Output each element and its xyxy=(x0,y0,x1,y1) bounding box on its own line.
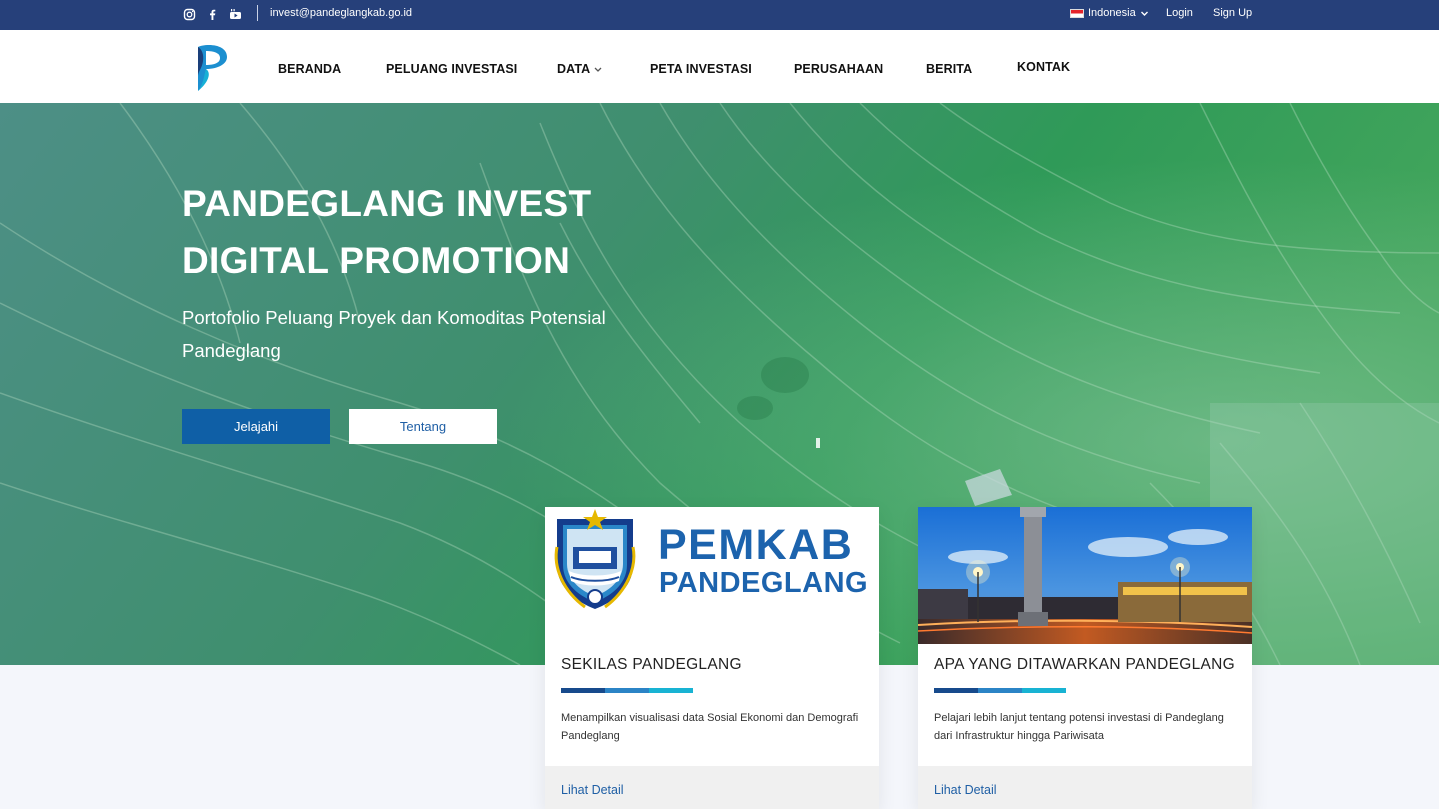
indonesia-flag-icon xyxy=(1070,8,1084,18)
nav-data[interactable]: DATA xyxy=(557,62,603,76)
card-title: APA YANG DITAWARKAN PANDEGLANG xyxy=(934,656,1235,673)
accent-bar-dark xyxy=(561,688,605,693)
card-detail-link[interactable]: Lihat Detail xyxy=(561,783,624,797)
nav-beranda[interactable]: BERANDA xyxy=(278,62,341,76)
social-links xyxy=(183,8,242,21)
card-sekilas-pandeglang: PEMKAB PANDEGLANG SEKILAS PANDEGLANG Men… xyxy=(545,507,879,809)
card-description: Menampilkan visualisasi data Sosial Ekon… xyxy=(561,712,859,742)
contact-email[interactable]: invest@pandeglangkab.go.id xyxy=(270,7,412,19)
accent-bar-dark xyxy=(934,688,978,693)
pandeglang-logo-text: PANDEGLANG xyxy=(659,567,868,599)
about-button[interactable]: Tentang xyxy=(349,409,497,444)
hero-title-line-1: PANDEGLANG INVEST xyxy=(182,183,592,224)
chevron-down-icon xyxy=(594,67,602,72)
top-bar: invest@pandeglangkab.go.id Indonesia Log… xyxy=(0,0,1439,30)
accent-bar-light xyxy=(649,688,693,693)
card-title: SEKILAS PANDEGLANG xyxy=(561,656,742,673)
language-label: Indonesia xyxy=(1088,7,1136,19)
hero-title-line-2: DIGITAL PROMOTION xyxy=(182,240,571,281)
card-apa-yang-ditawarkan: APA YANG DITAWARKAN PANDEGLANG Pelajari … xyxy=(918,507,1252,809)
site-logo[interactable] xyxy=(194,43,230,93)
facebook-icon[interactable] xyxy=(206,8,219,21)
login-link[interactable]: Login xyxy=(1166,7,1193,19)
nav-peluang-investasi[interactable]: PELUANG INVESTASI xyxy=(386,62,517,76)
topbar-divider xyxy=(257,5,258,21)
accent-bar-light xyxy=(1022,688,1066,693)
language-selector[interactable]: Indonesia xyxy=(1070,7,1149,19)
main-navbar: BERANDA PELUANG INVESTASI DATA PETA INVE… xyxy=(0,30,1439,103)
card-description: Pelajari lebih lanjut tentang potensi in… xyxy=(934,712,1224,742)
hero-title: PANDEGLANG INVEST DIGITAL PROMOTION xyxy=(182,175,702,289)
card-detail-link[interactable]: Lihat Detail xyxy=(934,783,997,797)
instagram-icon[interactable] xyxy=(183,8,196,21)
chevron-down-icon xyxy=(1140,11,1148,16)
accent-bar-mid xyxy=(605,688,649,693)
nav-berita[interactable]: BERITA xyxy=(926,62,972,76)
youtube-icon[interactable] xyxy=(229,8,242,21)
signup-link[interactable]: Sign Up xyxy=(1213,7,1252,19)
nav-data-label: DATA xyxy=(557,62,591,76)
accent-bars xyxy=(934,688,1066,693)
hero-subtitle: Portofolio Peluang Proyek dan Komoditas … xyxy=(182,307,606,361)
accent-bars xyxy=(561,688,693,693)
slider-indicator[interactable] xyxy=(816,438,820,448)
nav-perusahaan[interactable]: PERUSAHAAN xyxy=(794,62,883,76)
explore-button[interactable]: Jelajahi xyxy=(182,409,330,444)
pemkab-logo-text: PEMKAB xyxy=(658,521,853,569)
card-image-city-monument xyxy=(918,507,1252,644)
card-image-pemkab: PEMKAB PANDEGLANG xyxy=(545,507,879,644)
accent-bar-mid xyxy=(978,688,1022,693)
nav-kontak[interactable]: KONTAK xyxy=(1017,60,1070,74)
nav-peta-investasi[interactable]: PETA INVESTASI xyxy=(650,62,752,76)
